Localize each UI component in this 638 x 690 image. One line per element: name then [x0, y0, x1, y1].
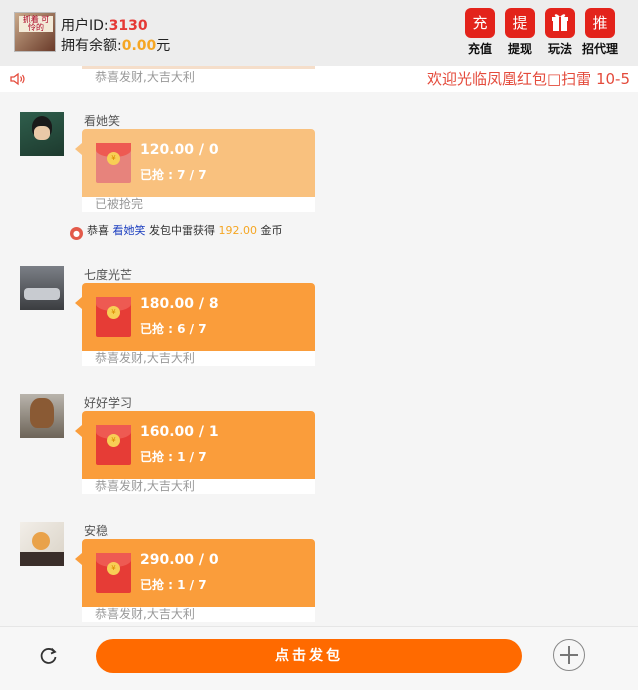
send-packet-button[interactable]: 点击发包: [96, 639, 522, 673]
sys-gold-amount: 192.00: [218, 224, 258, 237]
rules-button[interactable]: 玩法: [540, 8, 580, 57]
user-avatar[interactable]: 抓着 可怜的: [14, 12, 56, 52]
sender-avatar[interactable]: [20, 394, 64, 438]
refresh-icon[interactable]: [38, 645, 60, 667]
sender-name: 七度光芒: [84, 268, 133, 282]
red-envelope-icon: ¥: [96, 297, 131, 337]
sender-avatar[interactable]: [20, 266, 64, 310]
sys-prefix: 恭喜: [87, 224, 109, 237]
packet-footer: 已被抢完: [82, 197, 315, 212]
packet-grab-count: 已抢 : 1 / 7: [140, 578, 207, 592]
welcome-marquee: 欢迎光临凤凰红包□扫雷 10-5: [427, 70, 630, 88]
sender-name: 好好学习: [84, 396, 133, 410]
balance-unit: 元: [156, 38, 171, 54]
user-id-label: 用户ID:: [61, 18, 109, 34]
plus-icon[interactable]: [553, 639, 585, 671]
withdraw-label: 提现: [507, 42, 532, 56]
red-packet-bubble[interactable]: ¥ 290.00 / 0 已抢 : 1 / 7: [75, 539, 315, 607]
sys-suffix: 金币: [260, 224, 283, 237]
rules-label: 玩法: [547, 42, 572, 56]
packet-grab-count: 已抢 : 7 / 7: [140, 168, 207, 182]
recharge-label: 充值: [467, 42, 492, 56]
user-id-row: 用户ID:3130: [61, 15, 148, 35]
system-message: ● 恭喜 看她笑 发包中雷获得 192.00 金币: [70, 222, 283, 240]
red-envelope-icon: ¥: [96, 553, 131, 593]
sender-name: 看她笑: [84, 114, 121, 128]
balance-value: 0.00: [121, 38, 157, 54]
packet-footer: 恭喜发财,大吉大利: [82, 607, 315, 622]
avatar-banner-text: 抓着 可怜的: [19, 16, 53, 32]
packet-grab-count: 已抢 : 6 / 7: [140, 322, 207, 336]
speaker-icon: [10, 72, 25, 86]
recharge-icon: 充: [465, 8, 495, 38]
header-bar: 抓着 可怜的 用户ID:3130 拥有余额:0.00元 充 充值 提 提现 玩法…: [0, 0, 638, 66]
bottom-toolbar: 点击发包: [0, 626, 638, 690]
sender-avatar[interactable]: [20, 522, 64, 566]
packet-footer: 恭喜发财,大吉大利: [82, 351, 315, 366]
bomb-icon: ●: [70, 227, 83, 240]
header-actions: 充 充值 提 提现 玩法 推 招代理: [460, 8, 620, 57]
notice-bar: 恭喜发财,大吉大利 欢迎光临凤凰红包□扫雷 10-5: [0, 66, 638, 92]
red-packet-bubble[interactable]: ¥ 120.00 / 0 已抢 : 7 / 7: [75, 129, 315, 197]
sender-name: 安稳: [84, 524, 109, 538]
partial-message-footer: 恭喜发财,大吉大利: [82, 66, 315, 84]
red-envelope-icon: ¥: [96, 143, 131, 183]
agent-icon: 推: [585, 8, 615, 38]
sender-avatar[interactable]: [20, 112, 64, 156]
packet-amount: 180.00 / 8: [140, 296, 219, 312]
user-id-value: 3130: [108, 18, 148, 34]
red-packet-bubble[interactable]: ¥ 180.00 / 8 已抢 : 6 / 7: [75, 283, 315, 351]
red-envelope-icon: ¥: [96, 425, 131, 465]
withdraw-icon: 提: [505, 8, 535, 38]
packet-footer: 恭喜发财,大吉大利: [82, 479, 315, 494]
sys-middle: 发包中雷获得: [149, 224, 215, 237]
balance-row: 拥有余额:0.00元: [61, 35, 170, 55]
agent-label: 招代理: [581, 42, 618, 56]
gift-icon: [545, 8, 575, 38]
withdraw-button[interactable]: 提 提现: [500, 8, 540, 57]
packet-amount: 160.00 / 1: [140, 424, 219, 440]
agent-button[interactable]: 推 招代理: [580, 8, 620, 57]
sys-winner-name[interactable]: 看她笑: [113, 224, 146, 237]
packet-amount: 290.00 / 0: [140, 552, 219, 568]
packet-amount: 120.00 / 0: [140, 142, 219, 158]
balance-label: 拥有余额:: [61, 38, 122, 54]
packet-grab-count: 已抢 : 1 / 7: [140, 450, 207, 464]
red-packet-bubble[interactable]: ¥ 160.00 / 1 已抢 : 1 / 7: [75, 411, 315, 479]
recharge-button[interactable]: 充 充值: [460, 8, 500, 57]
